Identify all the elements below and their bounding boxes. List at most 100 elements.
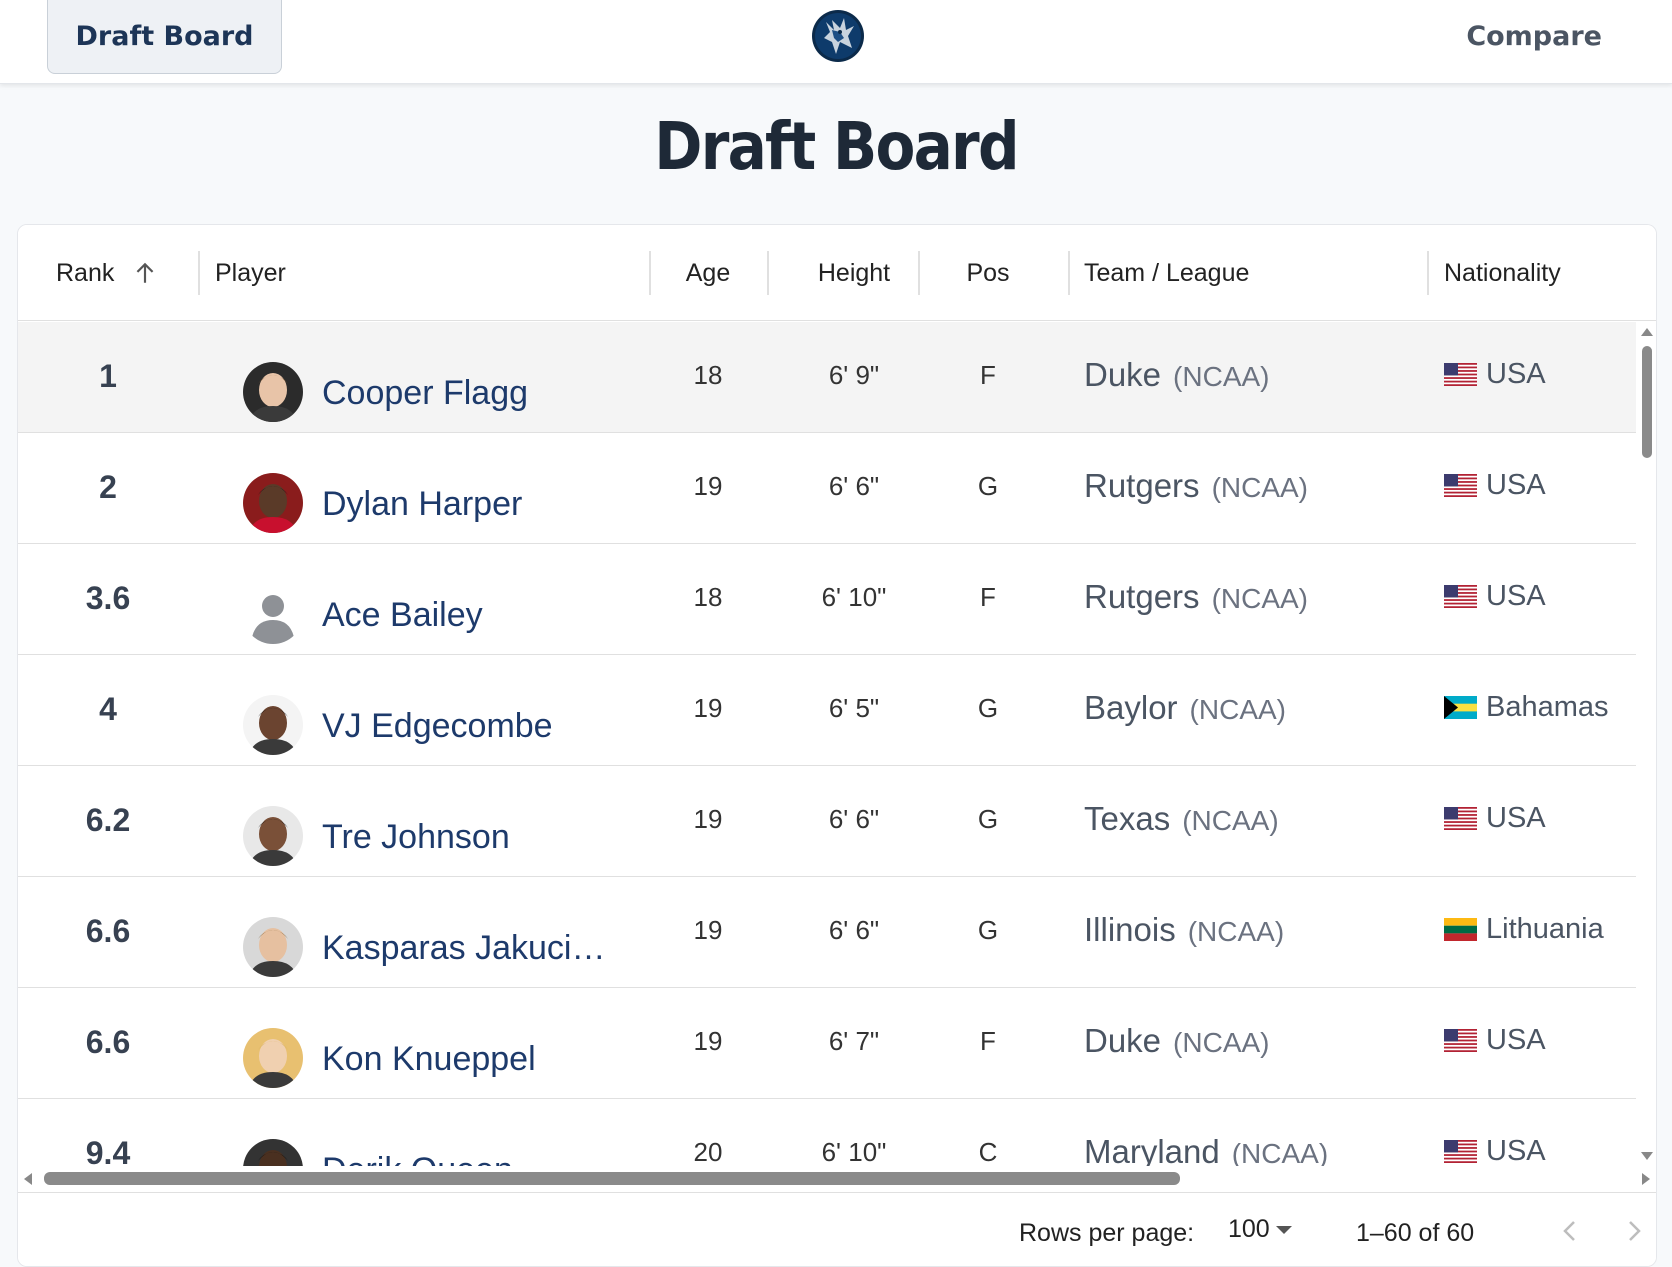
team-name: Maryland: [1084, 1133, 1220, 1166]
rows-per-page-select[interactable]: 100: [1228, 1215, 1292, 1244]
nationality-cell: USA: [1444, 802, 1546, 835]
team-cell: Baylor (NCAA): [1084, 689, 1286, 727]
usa-flag-icon: [1444, 474, 1486, 497]
height-cell: 6' 10": [821, 1137, 887, 1166]
table-row[interactable]: 4 VJ Edgecombe 19 6' 5" G Baylor (NCAA) Bahamas: [18, 655, 1636, 766]
position-cell: G: [977, 915, 999, 945]
column-resize-handle[interactable]: [1427, 251, 1429, 295]
player-name-link[interactable]: Ace Bailey: [322, 596, 622, 635]
top-nav-bar: Draft Board Compare: [0, 0, 1672, 84]
player-name-link[interactable]: Dylan Harper: [322, 485, 622, 524]
column-label-nationality: Nationality: [1444, 258, 1561, 287]
table-row[interactable]: 6.2 Tre Johnson 19 6' 6" G Texas (NCAA) USA: [18, 766, 1636, 877]
player-name-link[interactable]: Kasparas Jakucio…: [322, 929, 622, 968]
league-name: (NCAA): [1231, 1138, 1329, 1166]
column-header-height[interactable]: Height: [784, 225, 924, 321]
table-row[interactable]: 9.4 Derik Queen 20 6' 10" C Maryland (NCAA) USA: [18, 1099, 1636, 1166]
table-row[interactable]: 6.6 Kasparas Jakucio… 19 6' 6" G Illinois (NCA…: [18, 877, 1636, 988]
league-name: (NCAA): [1182, 805, 1279, 836]
nationality-cell: Lithuania: [1444, 913, 1604, 946]
column-label-height: Height: [817, 258, 891, 287]
column-header-player[interactable]: Player: [215, 225, 286, 321]
avatar: [243, 584, 303, 644]
scroll-down-arrow-icon[interactable]: [1641, 1152, 1653, 1160]
chevron-left-icon: [1563, 1221, 1575, 1241]
nationality-cell: USA: [1444, 1024, 1546, 1057]
column-resize-handle[interactable]: [1068, 251, 1070, 295]
chevron-right-icon: [1629, 1221, 1641, 1241]
column-label-team: Team / League: [1084, 258, 1250, 287]
scroll-up-arrow-icon[interactable]: [1641, 328, 1653, 336]
team-name: Duke: [1084, 356, 1162, 393]
avatar: [243, 917, 303, 977]
table-row[interactable]: 3.6 Ace Bailey 18 6' 10" F Rutgers (NCAA) USA: [18, 544, 1636, 655]
column-label-pos: Pos: [966, 258, 1010, 287]
team-cell: Duke (NCAA): [1084, 1022, 1270, 1060]
table-row[interactable]: 1 Cooper Flagg 18 6' 9" F Duke (NCAA) USA: [18, 322, 1636, 433]
rank-cell: 6.6: [85, 913, 131, 949]
avatar: [243, 362, 303, 422]
draft-board-nav-button[interactable]: Draft Board: [47, 0, 282, 74]
height-cell: 6' 5": [828, 693, 880, 723]
age-cell: 18: [693, 360, 723, 390]
scroll-left-arrow-icon[interactable]: [24, 1173, 32, 1185]
table-row[interactable]: 6.6 Kon Knueppel 19 6' 7" F Duke (NCAA) USA: [18, 988, 1636, 1099]
league-name: (NCAA): [1211, 472, 1309, 503]
age-cell: 19: [693, 804, 723, 834]
nationality-name: USA: [1486, 802, 1546, 834]
lithuania-flag-icon: [1444, 918, 1486, 941]
team-name: Rutgers: [1084, 578, 1200, 615]
usa-flag-icon: [1444, 807, 1486, 830]
next-page-button[interactable]: [1614, 1211, 1654, 1251]
column-resize-handle[interactable]: [649, 251, 651, 295]
height-cell: 6' 10": [821, 582, 887, 612]
nationality-cell: Bahamas: [1444, 691, 1609, 724]
sort-ascending-icon[interactable]: [132, 260, 158, 286]
player-name-link[interactable]: Derik Queen: [322, 1151, 622, 1166]
compare-nav-link[interactable]: Compare: [1466, 18, 1602, 56]
horizontal-scrollbar[interactable]: [18, 1166, 1656, 1192]
player-name-link[interactable]: Tre Johnson: [322, 818, 622, 857]
rows-per-page-value: 100: [1228, 1215, 1270, 1243]
table-row[interactable]: 2 Dylan Harper 19 6' 6" G Rutgers (NCAA) USA: [18, 433, 1636, 544]
column-header-pos[interactable]: Pos: [948, 225, 1028, 321]
position-cell: C: [978, 1137, 998, 1166]
column-resize-handle[interactable]: [918, 251, 920, 295]
nationality-name: Lithuania: [1486, 913, 1604, 945]
team-name: Duke: [1084, 1022, 1162, 1059]
avatar: [243, 473, 303, 533]
height-cell: 6' 6": [828, 804, 880, 834]
horizontal-scrollbar-thumb[interactable]: [44, 1172, 1180, 1185]
column-label-player: Player: [215, 258, 286, 287]
player-name-link[interactable]: Kon Knueppel: [322, 1040, 622, 1079]
league-name: (NCAA): [1211, 583, 1309, 614]
avatar: [243, 1139, 303, 1166]
scroll-right-arrow-icon[interactable]: [1642, 1173, 1650, 1185]
column-header-team[interactable]: Team / League: [1084, 225, 1249, 321]
mavericks-logo-icon[interactable]: [810, 8, 866, 64]
column-header-nationality[interactable]: Nationality: [1444, 225, 1561, 321]
usa-flag-icon: [1444, 1140, 1486, 1163]
usa-flag-icon: [1444, 585, 1486, 608]
age-cell: 19: [693, 915, 723, 945]
age-cell: 19: [693, 693, 723, 723]
column-header-rank[interactable]: Rank: [56, 225, 158, 321]
position-cell: G: [977, 693, 999, 723]
bahamas-flag-icon: [1444, 696, 1486, 719]
player-name-link[interactable]: Cooper Flagg: [322, 374, 622, 413]
column-resize-handle[interactable]: [198, 251, 200, 295]
rank-cell: 1: [99, 358, 117, 394]
player-name-link[interactable]: VJ Edgecombe: [322, 707, 622, 746]
vertical-scrollbar[interactable]: [1636, 322, 1656, 1166]
league-name: (NCAA): [1173, 361, 1270, 392]
position-cell: F: [980, 1026, 996, 1056]
nationality-name: USA: [1486, 469, 1546, 501]
nationality-name: USA: [1486, 1024, 1546, 1056]
column-resize-handle[interactable]: [767, 251, 769, 295]
rows-per-page-label: Rows per page:: [1019, 1219, 1195, 1247]
height-cell: 6' 9": [828, 360, 880, 390]
team-cell: Rutgers (NCAA): [1084, 578, 1308, 616]
column-header-age[interactable]: Age: [658, 225, 758, 321]
previous-page-button[interactable]: [1550, 1211, 1590, 1251]
vertical-scrollbar-thumb[interactable]: [1642, 346, 1652, 458]
